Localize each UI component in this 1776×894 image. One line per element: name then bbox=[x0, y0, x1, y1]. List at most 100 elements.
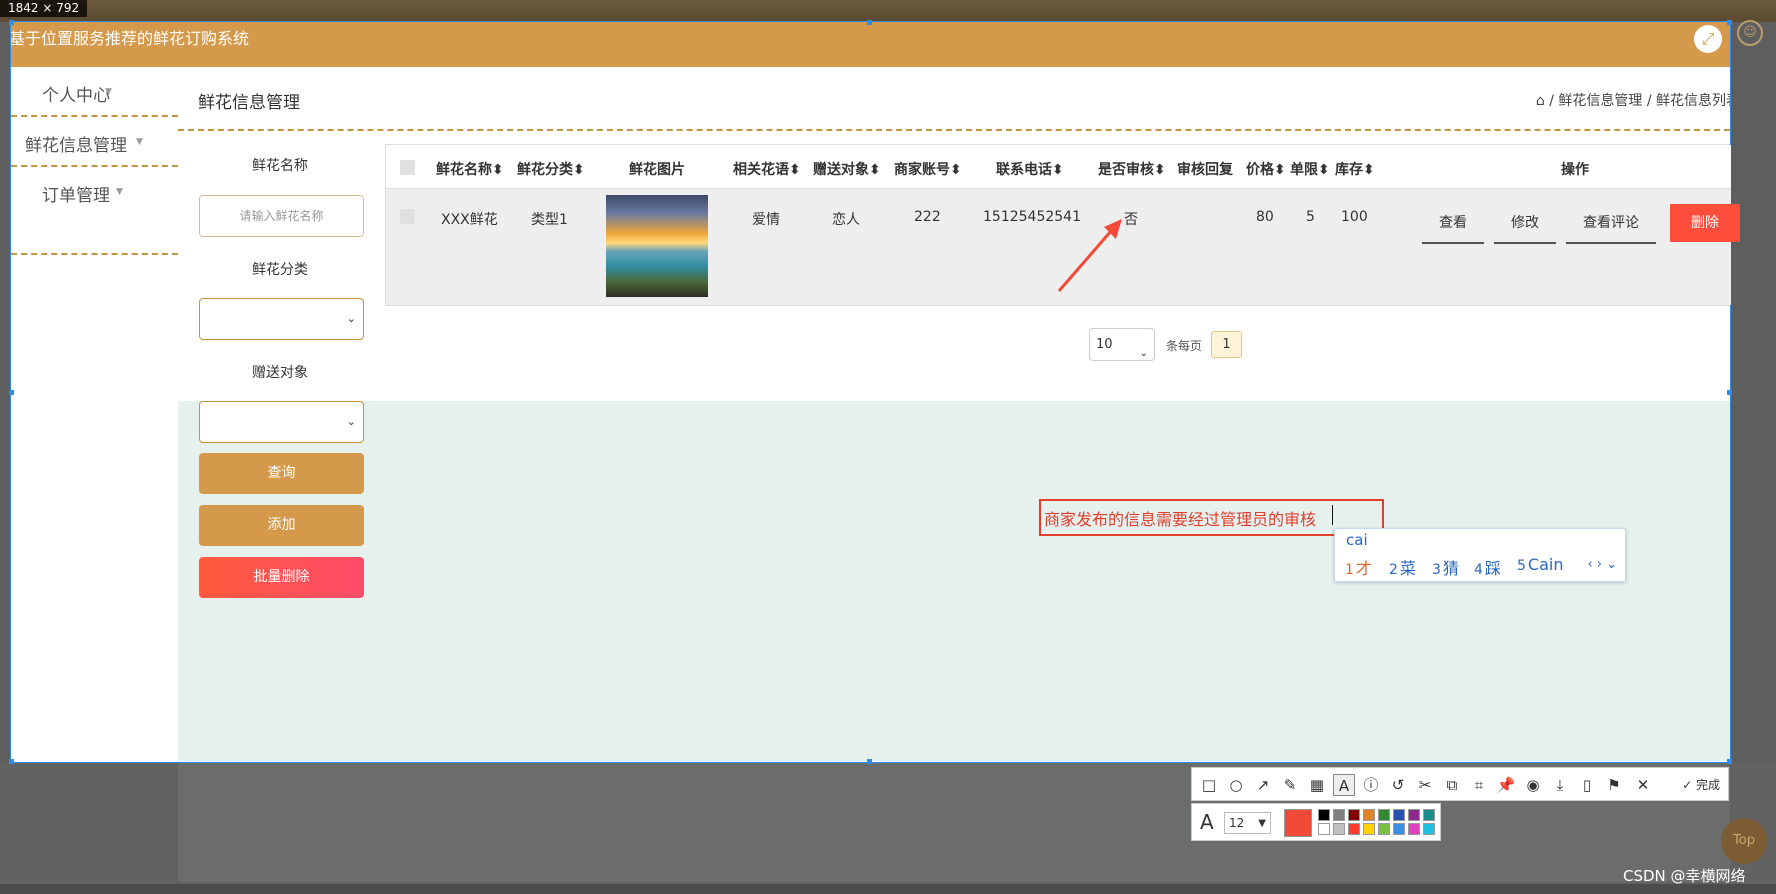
pin-icon[interactable]: 📌 bbox=[1495, 774, 1517, 796]
color-swatch[interactable] bbox=[1333, 809, 1345, 821]
flower-name-input[interactable]: 请输入鲜花名称 bbox=[199, 195, 364, 237]
ime-candidate-window[interactable]: cai 1才 2菜 3猜 4踩 5 Cain ‹ › ⌄ bbox=[1334, 528, 1626, 582]
color-swatch[interactable] bbox=[1423, 823, 1435, 835]
col-merchant[interactable]: 商家账号⬍ bbox=[894, 159, 962, 179]
number-icon[interactable]: ⓘ bbox=[1360, 774, 1382, 796]
color-swatch[interactable] bbox=[1393, 809, 1405, 821]
ellipse-icon[interactable]: ○ bbox=[1225, 774, 1247, 796]
view-button[interactable]: 查看 bbox=[1422, 204, 1484, 244]
sidebar: 个人中心 ▼ 鲜花信息管理 ▼ 订单管理 ▼ bbox=[11, 67, 178, 762]
col-audited[interactable]: 是否审核⬍ bbox=[1098, 159, 1166, 179]
color-swatch[interactable] bbox=[1408, 809, 1420, 821]
text-style-bar: A 12 ▼ bbox=[1191, 803, 1441, 841]
undo-icon[interactable]: ↺ bbox=[1387, 774, 1409, 796]
color-swatch[interactable] bbox=[1318, 809, 1330, 821]
capture-selection[interactable]: 基于位置服务推荐的鲜花订购系统 ⤢ 个人中心 ▼ 鲜花信息管理 ▼ 订单管理 ▼… bbox=[10, 21, 1731, 763]
breadcrumb: ⌂ / 鲜花信息管理 / 鲜花信息列表 bbox=[1536, 90, 1730, 110]
resize-handle[interactable] bbox=[9, 20, 14, 25]
resize-handle[interactable] bbox=[1727, 20, 1732, 25]
finish-button[interactable]: ✓ 完成 bbox=[1682, 776, 1720, 793]
resize-handle[interactable] bbox=[867, 20, 872, 25]
ime-candidate[interactable]: 4踩 bbox=[1474, 555, 1501, 579]
resize-handle[interactable] bbox=[1727, 759, 1732, 764]
caret-down-icon: ▼ bbox=[1258, 818, 1266, 829]
sidebar-item-personal[interactable]: 个人中心 ▼ bbox=[11, 67, 178, 117]
sidebar-item-flowers[interactable]: 鲜花信息管理 ▼ bbox=[11, 117, 178, 167]
mosaic-icon[interactable]: ▦ bbox=[1306, 774, 1328, 796]
ime-nav-arrows[interactable]: ‹ › ⌄ bbox=[1587, 557, 1617, 572]
color-swatch[interactable] bbox=[1393, 823, 1405, 835]
resize-handle[interactable] bbox=[867, 759, 872, 764]
user-icon[interactable]: ☺ bbox=[1737, 20, 1763, 46]
cell-language: 爱情 bbox=[752, 212, 780, 228]
ime-candidate[interactable]: 3猜 bbox=[1432, 555, 1459, 579]
ime-candidate[interactable]: 1才 bbox=[1345, 555, 1372, 579]
flower-category-select[interactable]: ⌄ bbox=[199, 298, 364, 340]
ime-candidate[interactable]: 5 Cain bbox=[1517, 555, 1563, 574]
view-comments-button[interactable]: 查看评论 bbox=[1566, 204, 1656, 244]
cell-category: 类型1 bbox=[531, 212, 568, 228]
download-icon[interactable]: ⤓ bbox=[1549, 774, 1571, 796]
scissors-icon[interactable]: ✂ bbox=[1414, 774, 1436, 796]
col-name[interactable]: 鲜花名称⬍ bbox=[436, 159, 504, 179]
resize-handle[interactable] bbox=[9, 759, 14, 764]
sidebar-item-orders[interactable]: 订单管理 ▼ bbox=[11, 167, 178, 217]
per-page-label: 条每页 bbox=[1166, 339, 1203, 353]
arrow-icon[interactable]: ↗ bbox=[1252, 774, 1274, 796]
col-stock[interactable]: 库存⬍ bbox=[1335, 159, 1375, 179]
color-swatch[interactable] bbox=[1378, 809, 1390, 821]
select-all-checkbox[interactable] bbox=[400, 160, 415, 175]
cell-merchant: 222 bbox=[914, 209, 941, 225]
text-icon[interactable]: A bbox=[1333, 774, 1355, 796]
breadcrumb-item[interactable]: 鲜花信息管理 bbox=[1558, 93, 1642, 109]
bookmark-icon[interactable]: ⚑ bbox=[1603, 774, 1625, 796]
col-price[interactable]: 价格⬍ bbox=[1246, 159, 1286, 179]
ime-composition: cai bbox=[1346, 531, 1368, 549]
color-swatch[interactable] bbox=[1378, 823, 1390, 835]
home-icon[interactable]: ⌂ bbox=[1536, 93, 1545, 109]
resize-handle[interactable] bbox=[9, 390, 14, 395]
gift-target-select[interactable]: ⌄ bbox=[199, 401, 364, 443]
col-reply: 审核回复 bbox=[1177, 162, 1233, 178]
current-color-swatch[interactable] bbox=[1284, 809, 1312, 837]
flower-image[interactable] bbox=[606, 195, 708, 297]
pencil-icon[interactable]: ✎ bbox=[1279, 774, 1301, 796]
col-category[interactable]: 鲜花分类⬍ bbox=[517, 159, 585, 179]
color-swatch[interactable] bbox=[1333, 823, 1345, 835]
color-swatch[interactable] bbox=[1423, 809, 1435, 821]
ime-candidate[interactable]: 2菜 bbox=[1389, 555, 1416, 579]
color-swatch[interactable] bbox=[1363, 823, 1375, 835]
add-button[interactable]: 添加 bbox=[199, 505, 364, 546]
delete-button[interactable]: 删除 bbox=[1670, 204, 1740, 242]
expand-icon[interactable]: ⤢ bbox=[1694, 25, 1722, 53]
ocr-icon[interactable]: ⌗ bbox=[1468, 774, 1490, 796]
text-caret bbox=[1332, 505, 1333, 525]
col-language[interactable]: 相关花语⬍ bbox=[733, 159, 801, 179]
col-actions: 操作 bbox=[1561, 162, 1589, 178]
color-swatch[interactable] bbox=[1363, 809, 1375, 821]
query-button[interactable]: 查询 bbox=[199, 453, 364, 494]
phone-icon[interactable]: ▯ bbox=[1576, 774, 1598, 796]
cell-stock: 100 bbox=[1341, 209, 1368, 225]
page-size-select[interactable]: 10 ⌄ bbox=[1089, 328, 1155, 361]
rectangle-icon[interactable]: □ bbox=[1198, 774, 1220, 796]
horizontal-scrollbar[interactable] bbox=[0, 884, 1776, 894]
color-swatch[interactable] bbox=[1348, 823, 1360, 835]
record-icon[interactable]: ◉ bbox=[1522, 774, 1544, 796]
edit-button[interactable]: 修改 bbox=[1494, 204, 1556, 244]
col-target[interactable]: 赠送对象⬍ bbox=[813, 159, 881, 179]
app-title: 基于位置服务推荐的鲜花订购系统 bbox=[11, 29, 250, 48]
font-size-select[interactable]: 12 ▼ bbox=[1224, 812, 1271, 834]
color-swatch[interactable] bbox=[1318, 823, 1330, 835]
color-swatch[interactable] bbox=[1408, 823, 1420, 835]
batch-delete-button[interactable]: 批量删除 bbox=[199, 557, 364, 598]
page-number-button[interactable]: 1 bbox=[1211, 331, 1242, 358]
col-limit[interactable]: 单限⬍ bbox=[1290, 159, 1330, 179]
row-checkbox[interactable] bbox=[400, 209, 415, 224]
back-to-top-button[interactable]: Top bbox=[1721, 818, 1767, 864]
col-phone[interactable]: 联系电话⬍ bbox=[996, 159, 1064, 179]
color-swatch[interactable] bbox=[1348, 809, 1360, 821]
translate-icon[interactable]: ⧉ bbox=[1441, 774, 1463, 796]
close-icon[interactable]: ✕ bbox=[1632, 774, 1654, 796]
resize-handle[interactable] bbox=[1727, 390, 1732, 395]
